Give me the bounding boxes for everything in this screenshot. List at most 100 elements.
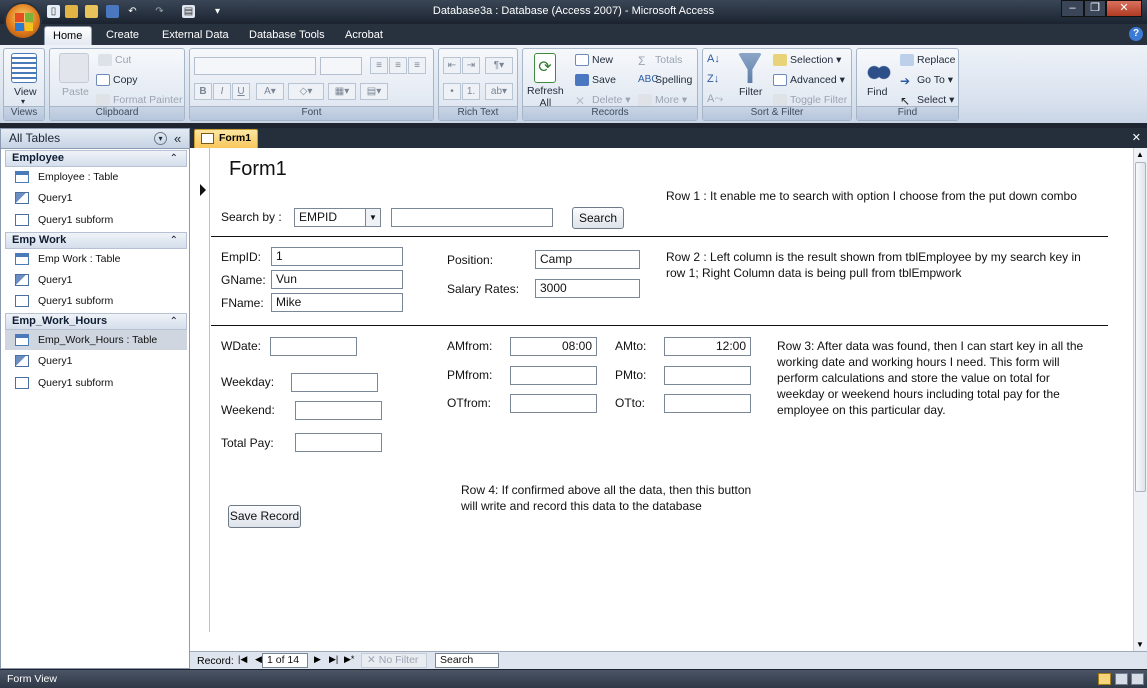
view-dropdown-icon[interactable]: ▾ <box>21 97 25 106</box>
sort-ascending-icon[interactable]: A↓ <box>707 53 720 65</box>
bullets-icon[interactable]: • <box>443 83 461 100</box>
nav-group-employee[interactable]: Employee ⌃ <box>5 150 187 167</box>
weekend-field[interactable] <box>295 401 382 420</box>
go-to-button[interactable]: ➔ Go To ▾ <box>900 74 953 88</box>
increase-indent-icon[interactable]: ⇥ <box>462 57 480 74</box>
font-size-combo[interactable] <box>320 57 362 75</box>
layout-view-icon[interactable] <box>1115 673 1128 685</box>
new-blank-record-icon[interactable]: ▶* <box>344 654 354 665</box>
amfrom-field[interactable]: 08:00 <box>510 337 597 356</box>
form-view-icon[interactable] <box>1098 673 1111 685</box>
align-left-icon[interactable]: ≡ <box>370 57 388 74</box>
numbering-icon[interactable]: 1. <box>462 83 480 100</box>
fill-color-icon[interactable]: ◇▾ <box>288 83 324 100</box>
nav-item-emp-work-hours-query1-subform[interactable]: Query1 subform <box>5 373 187 393</box>
toggle-filter-button[interactable]: Toggle Filter <box>773 94 847 107</box>
pmfrom-field[interactable] <box>510 366 597 385</box>
gname-field[interactable]: Vun <box>271 270 403 289</box>
nav-group-emp-work-hours[interactable]: Emp_Work_Hours ⌃ <box>5 313 187 330</box>
tab-home[interactable]: Home <box>44 26 92 46</box>
paragraph-icon[interactable]: ¶▾ <box>485 57 513 74</box>
otto-field[interactable] <box>664 394 751 413</box>
next-record-icon[interactable]: ▶ <box>314 654 321 665</box>
current-record-field[interactable]: 1 of 14 <box>262 653 308 668</box>
tab-database-tools[interactable]: Database Tools <box>241 26 333 46</box>
restore-button[interactable]: ❐ <box>1084 0 1106 17</box>
save-record-button[interactable]: Save <box>575 74 616 87</box>
decrease-indent-icon[interactable]: ⇤ <box>443 57 461 74</box>
underline-icon[interactable]: U <box>232 83 250 100</box>
wdate-field[interactable] <box>270 337 357 356</box>
collapse-icon[interactable]: ⌃ <box>170 151 178 166</box>
more-button[interactable]: More ▾ <box>638 94 687 107</box>
filter-button[interactable]: Filter <box>739 86 762 98</box>
collapse-icon[interactable]: ⌃ <box>170 314 178 329</box>
replace-button[interactable]: Replace <box>900 54 956 67</box>
design-view-icon[interactable] <box>1131 673 1144 685</box>
alternate-fill-icon[interactable]: ▤▾ <box>360 83 388 100</box>
no-filter-indicator[interactable]: ✕ No Filter <box>361 653 427 668</box>
total-pay-field[interactable] <box>295 433 382 452</box>
italic-icon[interactable]: I <box>213 83 231 100</box>
minimize-button[interactable]: – <box>1061 0 1084 17</box>
vertical-scrollbar[interactable]: ▲ ▼ <box>1133 148 1147 651</box>
empid-field[interactable]: 1 <box>271 247 403 266</box>
record-selector[interactable] <box>190 148 210 632</box>
gridlines-icon[interactable]: ▦▾ <box>328 83 356 100</box>
find-button[interactable]: Find <box>867 86 887 98</box>
selection-button[interactable]: Selection ▾ <box>773 54 841 67</box>
weekday-field[interactable] <box>291 373 378 392</box>
position-field[interactable]: Camp <box>535 250 640 269</box>
font-name-combo[interactable] <box>194 57 316 75</box>
amto-field[interactable]: 12:00 <box>664 337 751 356</box>
scroll-thumb[interactable] <box>1135 162 1146 492</box>
pmto-field[interactable] <box>664 366 751 385</box>
nav-menu-icon[interactable]: ▾ <box>154 132 167 145</box>
otfrom-field[interactable] <box>510 394 597 413</box>
search-button[interactable]: Search <box>572 207 624 229</box>
nav-item-emp-work-hours-query1[interactable]: Query1 <box>5 351 187 371</box>
clear-sort-icon[interactable]: A⤳ <box>707 93 723 106</box>
tab-acrobat[interactable]: Acrobat <box>337 26 391 46</box>
nav-item-employee-query1-subform[interactable]: Query1 subform <box>5 210 187 230</box>
previous-record-icon[interactable]: ◀ <box>255 654 262 665</box>
shutter-bar-icon[interactable]: « <box>174 129 181 148</box>
delete-record-button[interactable]: ✕ Delete ▾ <box>575 94 631 108</box>
dropdown-arrow-icon[interactable]: ▼ <box>365 209 380 226</box>
search-input[interactable] <box>391 208 553 227</box>
help-icon[interactable]: ? <box>1129 27 1143 41</box>
nav-item-emp-work-query1-subform[interactable]: Query1 subform <box>5 291 187 311</box>
nav-item-employee-table[interactable]: Employee : Table <box>5 167 187 187</box>
spelling-button[interactable]: ABCSpelling <box>638 74 692 86</box>
bold-icon[interactable]: B <box>194 83 212 100</box>
align-right-icon[interactable]: ≡ <box>408 57 426 74</box>
cut-button[interactable]: Cut <box>98 54 131 67</box>
select-button[interactable]: ↖ Select ▾ <box>900 94 954 108</box>
new-record-button[interactable]: New <box>575 54 613 67</box>
record-search-box[interactable]: Search <box>435 653 499 668</box>
nav-item-emp-work-table[interactable]: Emp Work : Table <box>5 249 187 269</box>
salary-rates-field[interactable]: 3000 <box>535 279 640 298</box>
tab-external-data[interactable]: External Data <box>154 26 237 46</box>
totals-button[interactable]: Σ Totals <box>638 54 682 68</box>
format-painter-button[interactable]: Format Painter <box>96 94 182 107</box>
close-document-icon[interactable]: ✕ <box>1132 131 1141 144</box>
font-color-icon[interactable]: A▾ <box>256 83 284 100</box>
first-record-icon[interactable]: |◀ <box>238 654 247 665</box>
nav-group-emp-work[interactable]: Emp Work ⌃ <box>5 232 187 249</box>
fname-field[interactable]: Mike <box>271 293 403 312</box>
copy-button[interactable]: Copy <box>96 74 138 87</box>
scroll-up-icon[interactable]: ▲ <box>1136 150 1144 159</box>
nav-item-emp-work-hours-table[interactable]: Emp_Work_Hours : Table <box>5 330 187 350</box>
align-center-icon[interactable]: ≡ <box>389 57 407 74</box>
sort-descending-icon[interactable]: Z↓ <box>707 73 719 85</box>
office-button[interactable] <box>4 2 42 40</box>
highlight-icon[interactable]: ab▾ <box>485 83 513 100</box>
nav-item-employee-query1[interactable]: Query1 <box>5 188 187 208</box>
scroll-down-icon[interactable]: ▼ <box>1136 640 1144 649</box>
view-button[interactable]: View <box>14 86 37 98</box>
save-record-form-button[interactable]: Save Record <box>228 505 301 528</box>
tab-create[interactable]: Create <box>98 26 147 46</box>
close-button[interactable]: ✕ <box>1106 0 1142 17</box>
document-tab-form1[interactable]: Form1 <box>194 129 258 148</box>
